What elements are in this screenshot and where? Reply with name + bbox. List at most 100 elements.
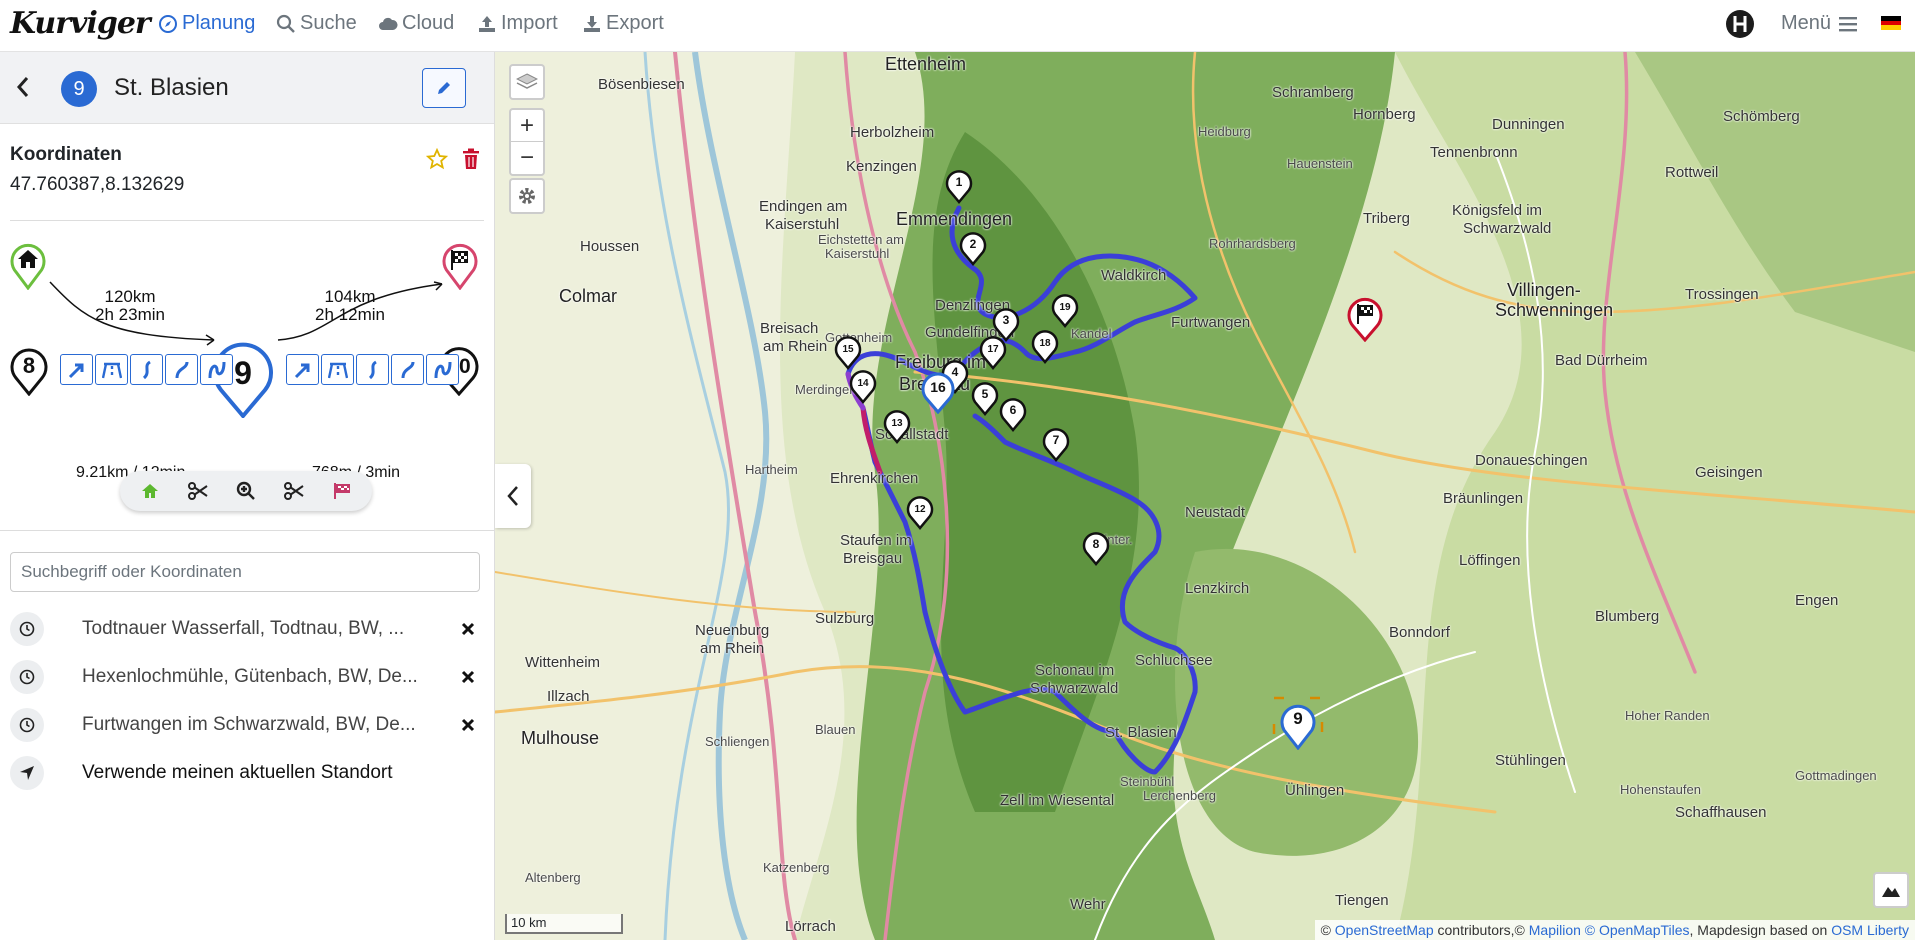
map-waypoint-marker[interactable]: 6	[999, 396, 1027, 432]
squiggle-icon	[434, 361, 451, 378]
map-waypoint-marker[interactable]: 19	[1051, 292, 1079, 328]
place-label: am Rhein	[763, 338, 828, 355]
collapse-sidebar-button[interactable]	[495, 464, 531, 528]
nav-export[interactable]: Export	[582, 12, 664, 35]
nav-suche[interactable]: Suche	[276, 12, 357, 35]
place-label: Mulhouse	[521, 728, 600, 748]
map-selected-waypoint-9[interactable]: 9	[1271, 688, 1325, 750]
map-waypoint-marker[interactable]: 13	[883, 408, 911, 444]
map-waypoint-marker[interactable]: 5	[971, 380, 999, 416]
search-input[interactable]	[10, 552, 480, 592]
star-icon[interactable]	[426, 148, 448, 170]
map-waypoint-number: 18	[1039, 338, 1051, 349]
nav-export-label: Export	[606, 12, 664, 34]
place-label: Donaueschingen	[1475, 452, 1588, 469]
clock-icon	[10, 612, 44, 646]
cloud-icon	[379, 17, 398, 30]
nav-suche-label: Suche	[300, 12, 357, 34]
map-waypoint-marker[interactable]: 8	[1082, 530, 1110, 566]
zoom-in-button[interactable]: +	[511, 110, 543, 142]
account-avatar-icon[interactable]	[1726, 10, 1754, 38]
sidebar: 9 St. Blasien Koordinaten 47.760387,8.13…	[0, 52, 495, 940]
svg-text:9: 9	[1293, 709, 1302, 728]
place-label: Emmendingen	[896, 209, 1013, 229]
previous-waypoint-pin[interactable]: 8	[10, 346, 48, 396]
compass-icon	[159, 14, 177, 33]
start-home-pin-icon[interactable]	[10, 242, 46, 290]
place-label: Illzach	[547, 688, 590, 705]
map-waypoint-marker[interactable]: 2	[959, 230, 987, 266]
mode-curvy-button[interactable]	[130, 354, 163, 385]
place-label: Bösenbiesen	[598, 76, 685, 93]
kurviger-logo[interactable]: Kurviger	[10, 6, 151, 41]
zoom-out-button[interactable]: −	[511, 142, 543, 174]
place-label: Katzenberg	[763, 860, 830, 875]
back-button[interactable]	[16, 74, 30, 105]
map-waypoint-marker[interactable]: 15	[834, 334, 862, 370]
map-waypoint-marker[interactable]: 14	[849, 368, 877, 404]
map-waypoint-marker[interactable]: 17	[979, 334, 1007, 370]
elevation-profile-button[interactable]	[1873, 872, 1909, 908]
previous-waypoint-number: 8	[23, 353, 35, 378]
history-item[interactable]: Hexenlochmühle, Gütenbach, BW, De...	[0, 652, 495, 700]
osm-liberty-link[interactable]: OSM Liberty	[1831, 922, 1909, 938]
map-waypoint-16[interactable]: 16	[921, 370, 955, 414]
split-after-button[interactable]	[277, 476, 311, 506]
mapilion-link[interactable]: Mapilion	[1529, 922, 1581, 938]
map-finish-pin-icon[interactable]	[1347, 296, 1383, 342]
mode-highway-button[interactable]	[95, 354, 128, 385]
close-icon	[461, 622, 475, 636]
place-label: Schwenningen	[1495, 300, 1614, 320]
place-label: Schliengen	[705, 734, 770, 749]
place-label: Herbolzheim	[850, 124, 935, 141]
search-history-list: Todtnauer Wasserfall, Todtnau, BW, ... H…	[0, 604, 495, 796]
map-view[interactable]: Ettenheim Bösenbiesen Herbolzheim Kenzingen…	[495, 52, 1915, 940]
waypoint-number-badge: 9	[61, 71, 97, 107]
menu-button[interactable]: Menü	[1781, 12, 1857, 35]
mode-fastest-button[interactable]	[60, 354, 93, 385]
remove-history-button[interactable]	[461, 712, 475, 738]
place-label: Gottmadingen	[1795, 768, 1877, 783]
mode-extra-curvy-button[interactable]	[200, 354, 233, 385]
map-waypoint-marker[interactable]: 18	[1031, 328, 1059, 364]
map-waypoint-marker[interactable]: 1	[945, 168, 973, 204]
mode-more-curvy-button[interactable]	[165, 354, 198, 385]
nav-import[interactable]: Import	[477, 12, 558, 35]
map-waypoint-number: 7	[1053, 433, 1060, 447]
mode-highway-button[interactable]	[321, 354, 354, 385]
nav-planung[interactable]: Planung	[158, 12, 255, 35]
set-as-start-button[interactable]	[133, 476, 167, 506]
place-label: St. Blasien	[1105, 724, 1177, 741]
mode-extra-curvy-button[interactable]	[426, 354, 459, 385]
end-distance-text: 104km 2h 12min	[308, 288, 392, 324]
route-mode-group-prev	[60, 354, 233, 385]
place-label: Lörrach	[785, 918, 836, 935]
edit-button[interactable]	[422, 68, 466, 108]
osm-link[interactable]: OpenStreetMap	[1335, 922, 1434, 938]
mode-curvy-button[interactable]	[356, 354, 389, 385]
layers-control[interactable]	[509, 64, 545, 100]
openmaptiles-link[interactable]: © OpenMapTiles	[1585, 922, 1690, 938]
history-item[interactable]: Furtwangen im Schwarzwald, BW, De...	[0, 700, 495, 748]
zoom-to-waypoint-button[interactable]	[229, 476, 263, 506]
current-location-item[interactable]: Verwende meinen aktuellen Standort	[0, 748, 495, 796]
remove-history-button[interactable]	[461, 664, 475, 690]
place-label: Rohrhardsberg	[1209, 236, 1296, 251]
trash-icon[interactable]	[462, 148, 480, 170]
set-as-finish-button[interactable]	[325, 476, 359, 506]
remove-history-button[interactable]	[461, 616, 475, 642]
mode-fastest-button[interactable]	[286, 354, 319, 385]
nav-planung-label: Planung	[182, 12, 256, 34]
language-flag-icon[interactable]	[1881, 16, 1901, 31]
place-label: Bräunlingen	[1443, 490, 1524, 507]
map-waypoint-number: 8	[1093, 537, 1100, 551]
history-item[interactable]: Todtnauer Wasserfall, Todtnau, BW, ...	[0, 604, 495, 652]
nav-cloud[interactable]: Cloud	[378, 12, 454, 35]
split-before-button[interactable]	[181, 476, 215, 506]
zoom-control: + −	[509, 108, 545, 176]
map-waypoint-marker[interactable]: 7	[1042, 426, 1070, 462]
map-settings-button[interactable]	[509, 178, 545, 214]
map-waypoint-marker[interactable]: 12	[906, 494, 934, 530]
mode-more-curvy-button[interactable]	[391, 354, 424, 385]
history-item-label: Hexenlochmühle, Gütenbach, BW, De...	[82, 666, 418, 687]
